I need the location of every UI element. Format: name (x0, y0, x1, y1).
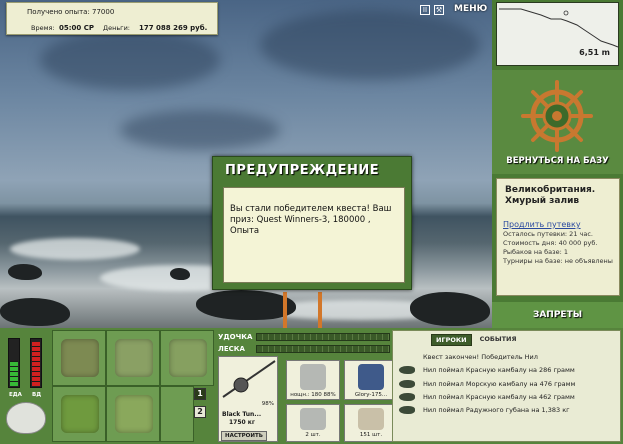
page-2-button[interactable]: 2 (194, 406, 206, 418)
events-panel: ИГРОКИ СОБЫТИЯ Квест закончен! Победител… (392, 330, 621, 442)
page-1-button[interactable]: 1 (194, 388, 206, 400)
backpack-icon (61, 339, 99, 377)
bait-slot[interactable]: 151 шт. (344, 404, 398, 442)
rod-weight: 1750 кг (229, 419, 255, 426)
hook-slot[interactable]: 2 шт. (286, 404, 340, 442)
fish-icon (399, 366, 415, 374)
extend-trip-link[interactable]: Продлить путевку (503, 220, 581, 229)
rod-reel-icon (222, 360, 276, 398)
food-meter (8, 338, 20, 388)
fishers-at-base: Рыбаков на базе: 1 (503, 248, 568, 256)
rod-card[interactable]: 98% Black Tun... 1750 кг НАСТРОИТЬ (218, 356, 278, 442)
location-title: Великобритания. Хмурый залив (505, 185, 596, 206)
cooking-pot-icon[interactable] (6, 402, 46, 434)
money-value: 177 088 269 руб. (139, 24, 208, 32)
list-item: Нил поймал Радужного губана на 1,383 кг (399, 405, 619, 416)
day-cost: Стоимость дня: 40 000 руб. (503, 239, 598, 247)
right-panel: 6,51 m ВЕРНУТЬСЯ НА БАЗУ Великобритания.… (492, 0, 623, 328)
warning-dialog: ПРЕДУПРЕЖДЕНИЕ Вы стали победителем квес… (212, 156, 412, 290)
list-item: Нил поймал Морскую камбалу на 476 грамм (399, 379, 619, 390)
line-spool-icon (358, 364, 384, 390)
slot-backpack[interactable] (52, 330, 106, 386)
reel-icon (300, 364, 326, 390)
reel-caption: нощн.: 180 88% (290, 392, 336, 398)
inventory-pages: 1 2 (194, 388, 206, 424)
catch-text: Нил поймал Красную камбалу на 286 грамм (423, 366, 575, 374)
slot-basket[interactable] (52, 386, 106, 442)
slot-rods-tube[interactable] (160, 330, 214, 386)
line-label: ЛЕСКА (218, 345, 245, 353)
return-to-base-button[interactable]: ВЕРНУТЬСЯ НА БАЗУ (492, 70, 623, 174)
time-label: Время: (31, 24, 55, 32)
energy-meter (30, 338, 42, 388)
bait-caption: 151 шт. (359, 432, 383, 438)
bucket-icon (115, 395, 153, 433)
depth-map[interactable]: 6,51 m (496, 2, 619, 66)
slot-empty[interactable] (160, 386, 194, 442)
bans-button[interactable]: ЗАПРЕТЫ (492, 302, 623, 328)
rod-float-2[interactable] (318, 292, 322, 328)
bottom-panel: ЕДА ВД 1 2 УДОЧКА ЛЕСКА 98% Black Tun...… (0, 328, 623, 444)
catch-text: Нил поймал Радужного губана на 1,383 кг (423, 406, 570, 414)
catch-text: Нил поймал Красную камбалу на 462 грамм (423, 393, 575, 401)
catch-text: Нил поймал Морскую камбалу на 476 грамм (423, 380, 576, 388)
xp-text: Получено опыта: 77000 (27, 8, 115, 16)
tab-players[interactable]: ИГРОКИ (431, 334, 472, 346)
hook-caption: 2 шт. (305, 432, 321, 438)
trip-remaining: Осталось путевки: 21 час. (503, 230, 593, 238)
return-to-base-label: ВЕРНУТЬСЯ НА БАЗУ (506, 156, 609, 166)
setup-button[interactable]: НАСТРОИТЬ (221, 431, 267, 441)
rod-tension-bar (256, 333, 390, 341)
player-info-panel: Получено опыта: 77000 Время: 05:00 СР Де… (6, 2, 218, 35)
fish-icon (399, 406, 415, 414)
dialog-message[interactable]: Вы стали победителем квеста! Ваш приз: Q… (223, 187, 405, 283)
status-meters: ЕДА ВД (4, 334, 50, 440)
top-icons: II ⚒ (420, 5, 444, 15)
fish-icon (399, 380, 415, 388)
dialog-title: ПРЕДУПРЕЖДЕНИЕ (225, 163, 380, 178)
depth-profile-chart (499, 8, 619, 48)
food-label: ЕДА (9, 392, 22, 398)
list-item: Нил поймал Красную камбалу на 462 грамм (399, 392, 619, 403)
location-info-panel: Великобритания. Хмурый залив Продлить пу… (496, 178, 620, 296)
line-caption: Glory-175... (354, 392, 388, 398)
energy-label: ВД (32, 392, 42, 398)
line-slot[interactable]: Glory-175... (344, 360, 398, 400)
tab-events[interactable]: СОБЫТИЯ (476, 334, 521, 346)
hook-icon (300, 408, 326, 430)
rod-panel: УДОЧКА ЛЕСКА 98% Black Tun... 1750 кг НА… (216, 330, 398, 442)
food-meter-fill (10, 360, 18, 386)
bait-icon (358, 408, 384, 430)
pause-icon[interactable]: II (420, 5, 430, 15)
fish-icon (399, 393, 415, 401)
bait-basket-icon (61, 395, 99, 433)
menu-button[interactable]: МЕНЮ (454, 4, 487, 14)
depth-value: 6,51 m (579, 48, 610, 57)
money-label: Деньги: (103, 24, 130, 32)
reel-slot[interactable]: нощн.: 180 88% (286, 360, 340, 400)
energy-meter-fill (32, 342, 40, 386)
ship-wheel-icon (521, 80, 593, 152)
list-item: Нил поймал Красную камбалу на 286 грамм (399, 365, 619, 376)
events-tabs: ИГРОКИ СОБЫТИЯ (431, 334, 521, 346)
rod-name: Black Tun... (222, 411, 262, 418)
quest-finished-text: Квест закончен! Победитель Нил (423, 353, 538, 361)
tools-icon[interactable]: ⚒ (434, 5, 444, 15)
line-tension-bar (256, 345, 390, 353)
rod-percent: 98% (261, 401, 274, 407)
rod-float-1[interactable] (283, 292, 287, 328)
rod-label: УДОЧКА (218, 333, 253, 341)
slot-bag[interactable] (106, 330, 160, 386)
slot-bucket[interactable] (106, 386, 160, 442)
tournaments-status: Турниры на базе: не объявлены (503, 257, 613, 265)
inventory-slots (52, 330, 214, 442)
rod-tube-icon (169, 339, 207, 377)
time-value: 05:00 СР (59, 24, 94, 32)
bag-icon (115, 339, 153, 377)
